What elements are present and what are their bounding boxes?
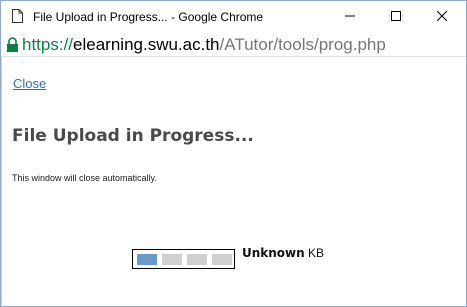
page-document-icon bbox=[12, 9, 23, 23]
window-title: File Upload in Progress... - Google Chro… bbox=[33, 10, 264, 24]
url-protocol: https:// bbox=[22, 35, 74, 54]
progress-segment bbox=[137, 254, 157, 265]
lock-icon[interactable] bbox=[6, 37, 19, 52]
progress-segment bbox=[212, 254, 232, 265]
upload-progress-bar bbox=[132, 249, 235, 269]
progress-segment bbox=[162, 254, 182, 265]
close-icon bbox=[436, 8, 448, 26]
minimize-button[interactable] bbox=[327, 1, 373, 33]
upload-size-label: Unknown KB bbox=[242, 246, 324, 261]
page-content: Close File Upload in Progress... This wi… bbox=[1, 57, 466, 306]
upload-size-unit: KB bbox=[304, 246, 325, 260]
close-window-button[interactable] bbox=[419, 1, 465, 33]
maximize-icon bbox=[391, 8, 401, 26]
close-link[interactable]: Close bbox=[13, 76, 46, 91]
maximize-button[interactable] bbox=[373, 1, 419, 33]
auto-close-note: This window will close automatically. bbox=[12, 173, 157, 183]
url-path: /ATutor/tools/prog.php bbox=[219, 35, 386, 54]
url-host: elearning.swu.ac.th bbox=[73, 35, 220, 54]
progress-segment bbox=[187, 254, 207, 265]
upload-size-value: Unknown bbox=[242, 246, 305, 260]
page-title: File Upload in Progress... bbox=[12, 126, 254, 146]
url-text[interactable]: https://elearning.swu.ac.th/ATutor/tools… bbox=[22, 35, 386, 55]
title-bar[interactable]: File Upload in Progress... - Google Chro… bbox=[1, 1, 466, 33]
address-bar[interactable]: https://elearning.swu.ac.th/ATutor/tools… bbox=[1, 33, 466, 57]
minimize-icon bbox=[345, 8, 355, 26]
browser-window: File Upload in Progress... - Google Chro… bbox=[0, 0, 467, 307]
